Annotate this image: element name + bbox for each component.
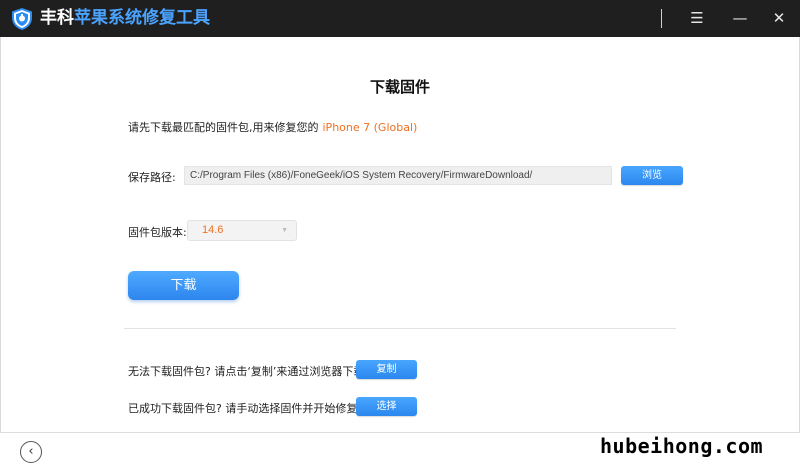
app-brand: 丰科 xyxy=(40,8,74,28)
section-divider xyxy=(124,328,676,329)
firmware-version-select[interactable]: 14.6 ▼ xyxy=(187,220,297,241)
watermark-text: hubeihong.com xyxy=(600,434,764,458)
copy-button[interactable]: 复制 xyxy=(356,360,417,379)
menu-icon[interactable]: ☰ xyxy=(683,5,711,31)
browse-button[interactable]: 浏览 xyxy=(621,166,683,185)
save-path-label: 保存路径: xyxy=(128,171,176,184)
select-button[interactable]: 选择 xyxy=(356,397,417,416)
select-prompt-text: 已成功下载固件包? 请手动选择固件并开始修复 xyxy=(128,402,358,415)
app-title: 丰科苹果系统修复工具 xyxy=(40,7,210,29)
titlebar-divider xyxy=(661,9,662,28)
app-logo-icon xyxy=(12,8,32,30)
download-button[interactable]: 下载 xyxy=(128,271,239,300)
minimize-icon[interactable]: — xyxy=(726,5,754,31)
copy-prompt-text: 无法下载固件包? 请点击‘复制’来通过浏览器下载 xyxy=(128,365,365,378)
device-name: iPhone 7 (Global) xyxy=(322,121,418,134)
intro-text: 请先下载最匹配的固件包,用来修复您的 iPhone 7 (Global) xyxy=(128,119,417,135)
dropdown-arrow-icon: ▼ xyxy=(281,227,288,234)
title-bar: 丰科苹果系统修复工具 ☰ — ✕ xyxy=(0,0,800,37)
firmware-version-value: 14.6 xyxy=(202,224,224,236)
close-icon[interactable]: ✕ xyxy=(765,5,793,31)
app-product-name: 苹果系统修复工具 xyxy=(74,8,210,28)
firmware-version-label: 固件包版本: xyxy=(128,226,187,239)
save-path-field: C:/Program Files (x86)/FoneGeek/iOS Syst… xyxy=(184,166,612,185)
chevron-left-icon[interactable]: ‹ xyxy=(20,441,42,463)
intro-label: 请先下载最匹配的固件包,用来修复您的 xyxy=(128,121,319,134)
page-title: 下载固件 xyxy=(369,78,430,96)
